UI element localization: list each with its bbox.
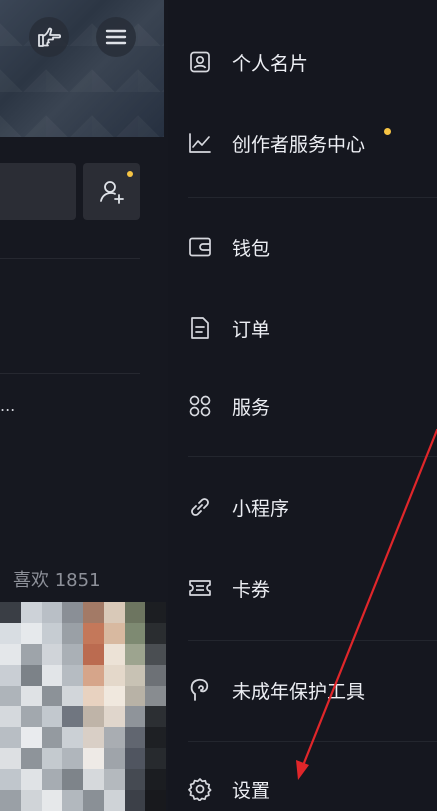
menu-item-wallet[interactable]: 钱包 <box>168 225 437 269</box>
edit-profile-button[interactable] <box>0 163 76 220</box>
menu-item-label: 钱包 <box>232 237 271 260</box>
notification-dot <box>127 171 133 177</box>
pointing-hand-icon <box>36 26 62 48</box>
menu-item-label: 设置 <box>232 779 271 802</box>
profile-cover-image <box>0 0 164 137</box>
menu-item-label: 创作者服务中心 <box>232 133 366 156</box>
divider <box>0 373 140 374</box>
menu-item-orders[interactable]: 订单 <box>168 306 437 350</box>
menu-item-profile-card[interactable]: 个人名片 <box>168 40 437 84</box>
menu-item-label: 订单 <box>232 318 271 341</box>
minor-protection-icon <box>188 678 212 702</box>
profile-card-icon <box>188 50 212 74</box>
menu-item-mini-programs[interactable]: 小程序 <box>168 485 437 529</box>
hamburger-icon <box>105 28 127 46</box>
services-grid-icon <box>188 394 212 418</box>
gesture-button[interactable] <box>29 17 69 57</box>
truncated-text: ... <box>0 396 16 415</box>
menu-divider <box>188 640 437 641</box>
menu-item-services[interactable]: 服务 <box>168 384 437 428</box>
menu-toggle-button[interactable] <box>96 17 136 57</box>
add-user-icon <box>99 179 125 205</box>
menu-item-coupons[interactable]: 卡券 <box>168 566 437 610</box>
menu-item-label: 卡券 <box>232 578 271 601</box>
menu-item-label: 服务 <box>232 396 271 419</box>
divider <box>0 258 140 259</box>
menu-item-creator-center[interactable]: 创作者服务中心 <box>168 121 437 165</box>
video-thumbnail[interactable] <box>0 602 166 811</box>
mini-program-icon <box>188 495 212 519</box>
add-friend-button[interactable] <box>83 163 140 220</box>
settings-gear-icon <box>188 777 212 801</box>
menu-divider <box>188 197 437 198</box>
menu-item-settings[interactable]: 设置 <box>168 767 437 811</box>
order-icon <box>188 316 212 340</box>
wallet-icon <box>188 235 212 259</box>
coupon-icon <box>188 576 212 600</box>
menu-item-minor-protection[interactable]: 未成年保护工具 <box>168 668 437 712</box>
menu-item-label: 个人名片 <box>232 52 309 75</box>
menu-divider <box>188 741 437 742</box>
notification-dot <box>384 128 391 135</box>
menu-item-label: 未成年保护工具 <box>232 680 366 703</box>
chart-line-icon <box>188 131 212 155</box>
menu-item-label: 小程序 <box>232 497 290 520</box>
side-menu-drawer: 个人名片 创作者服务中心 钱包 订单 服务 小程序 卡券 未成年保护工具 设置 <box>168 0 437 811</box>
menu-divider <box>188 456 437 457</box>
profile-page-background: ... 喜欢 1851 <box>0 0 168 811</box>
likes-count[interactable]: 喜欢 1851 <box>13 566 101 592</box>
